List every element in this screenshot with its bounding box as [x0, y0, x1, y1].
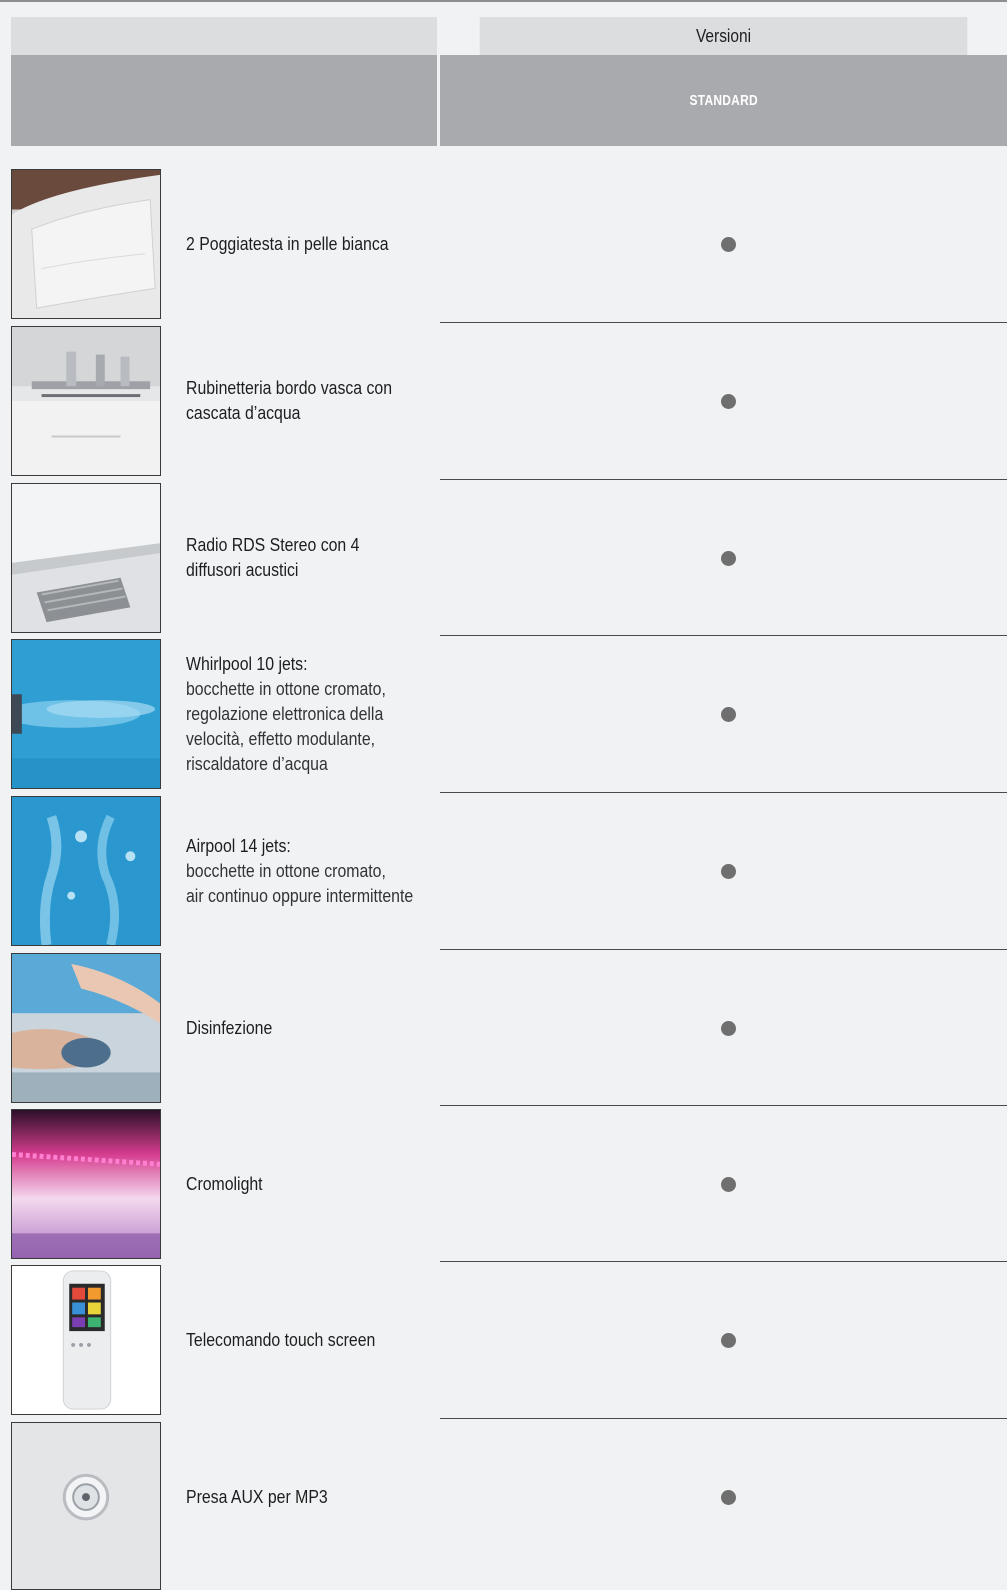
feature-title: 2 Poggiatesta in pelle bianca	[186, 233, 389, 254]
feature-included-dot	[721, 394, 736, 409]
row-divider	[440, 949, 1007, 950]
feature-label: Disinfezione	[186, 953, 446, 1103]
standard-header: STANDARD	[440, 55, 1007, 146]
row-divider	[440, 1261, 1007, 1262]
row-divider	[440, 792, 1007, 793]
feature-row: Whirlpool 10 jets: bocchette in ottone c…	[0, 639, 1007, 797]
feature-label: Presa AUX per MP3	[186, 1422, 446, 1572]
feature-included-dot	[721, 1490, 736, 1505]
feature-label: Radio RDS Stereo con 4 diffusori acustic…	[186, 483, 446, 633]
feature-title: Cromolight	[186, 1173, 263, 1194]
feature-included-dot	[721, 237, 736, 252]
disinfection-photo-icon	[11, 953, 161, 1103]
feature-included-dot	[721, 1333, 736, 1348]
feature-row: Cromolight	[0, 1109, 1007, 1267]
feature-title: Airpool 14 jets:	[186, 835, 291, 856]
feature-included-dot	[721, 1177, 736, 1192]
feature-row: Presa AUX per MP3	[0, 1422, 1007, 1590]
feature-row: Radio RDS Stereo con 4 diffusori acustic…	[0, 483, 1007, 641]
header-blank-cell-2	[11, 55, 437, 146]
feature-label: Telecomando touch screen	[186, 1265, 446, 1415]
row-divider	[440, 1105, 1007, 1106]
feature-included-dot	[721, 1021, 736, 1036]
row-divider	[440, 635, 1007, 636]
airpool-photo-icon	[11, 796, 161, 946]
feature-title: Rubinetteria bordo vasca con cascata d’a…	[186, 378, 393, 423]
feature-label: Whirlpool 10 jets: bocchette in ottone c…	[186, 639, 446, 789]
feature-title: Presa AUX per MP3	[186, 1486, 328, 1507]
row-divider	[440, 479, 1007, 480]
speaker-photo-icon	[11, 483, 161, 633]
feature-row: Airpool 14 jets: bocchette in ottone cro…	[0, 796, 1007, 954]
feature-title: Radio RDS Stereo con 4 diffusori acustic…	[186, 535, 360, 580]
feature-detail: bocchette in ottone cromato, regolazione…	[186, 678, 386, 774]
faucet-photo-icon	[11, 326, 161, 476]
feature-label: Rubinetteria bordo vasca con cascata d’a…	[186, 326, 446, 476]
feature-label: 2 Poggiatesta in pelle bianca	[186, 169, 446, 319]
feature-row: Telecomando touch screen	[0, 1265, 1007, 1423]
feature-row: Rubinetteria bordo vasca con cascata d’a…	[0, 326, 1007, 484]
aux-socket-photo-icon	[11, 1422, 161, 1590]
top-rule	[0, 0, 1007, 2]
feature-row: 2 Poggiatesta in pelle bianca	[0, 169, 1007, 327]
feature-label: Cromolight	[186, 1109, 446, 1259]
versions-label: Versioni	[695, 25, 752, 46]
feature-title: Telecomando touch screen	[186, 1329, 376, 1350]
feature-detail: bocchette in ottone cromato, air continu…	[186, 860, 414, 906]
feature-row: Disinfezione	[0, 953, 1007, 1111]
cromolight-photo-icon	[11, 1109, 161, 1259]
row-divider	[440, 322, 1007, 323]
header-blank-cell	[11, 17, 437, 55]
feature-label: Airpool 14 jets: bocchette in ottone cro…	[186, 796, 446, 946]
row-divider	[440, 1418, 1007, 1419]
feature-included-dot	[721, 864, 736, 879]
standard-label: STANDARD	[689, 92, 758, 109]
feature-title: Whirlpool 10 jets:	[186, 653, 308, 674]
versions-header: Versioni	[479, 17, 968, 55]
headrest-photo-icon	[11, 169, 161, 319]
remote-control-photo-icon	[11, 1265, 161, 1415]
whirlpool-photo-icon	[11, 639, 161, 789]
feature-included-dot	[721, 551, 736, 566]
feature-title: Disinfezione	[186, 1017, 273, 1038]
feature-included-dot	[721, 707, 736, 722]
